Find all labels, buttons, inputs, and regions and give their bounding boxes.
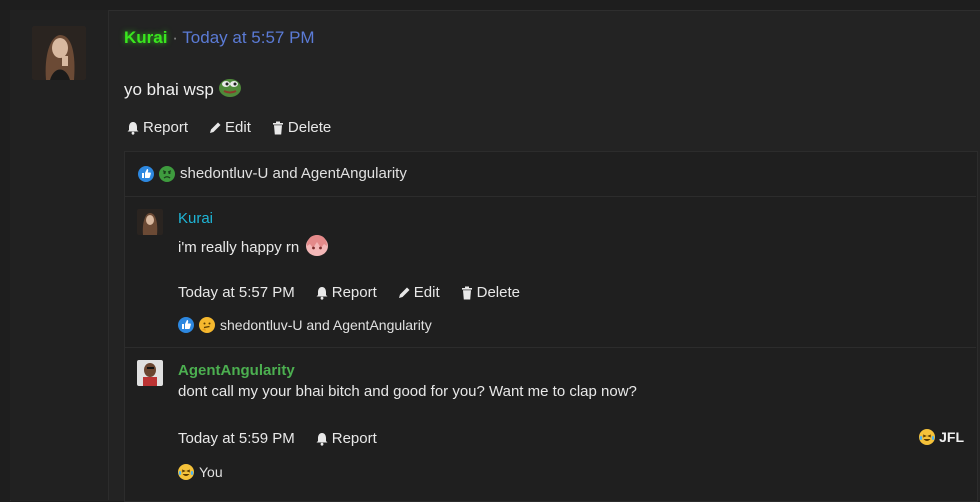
report-label: Report xyxy=(331,430,377,447)
reply-actions: Today at 5:57 PM Report Edit Delete xyxy=(178,284,520,301)
edit-button[interactable]: Edit xyxy=(397,284,440,301)
report-button[interactable]: Report xyxy=(126,119,188,136)
author-name[interactable]: Kurai xyxy=(124,28,167,47)
message-sidebar xyxy=(10,10,109,500)
delete-label: Delete xyxy=(476,284,520,301)
message-header: Kurai · Today at 5:57 PM xyxy=(124,28,315,48)
reply-author-name[interactable]: Kurai xyxy=(178,210,213,227)
reply-message: i'm really happy rn xyxy=(178,234,330,260)
reaction-tag-label: JFL xyxy=(939,429,964,445)
edit-label: Edit xyxy=(413,284,440,301)
reply-avatar[interactable] xyxy=(137,360,163,386)
bell-icon xyxy=(316,286,328,300)
reply-timestamp[interactable]: Today at 5:57 PM xyxy=(178,284,295,301)
message-timestamp[interactable]: Today at 5:57 PM xyxy=(182,28,314,47)
like-icon xyxy=(178,317,194,333)
pencil-icon xyxy=(210,122,221,133)
delete-label: Delete xyxy=(287,119,332,136)
like-icon xyxy=(138,165,154,182)
laughing-crying-icon xyxy=(919,429,936,445)
author-avatar[interactable] xyxy=(32,26,86,80)
reactions-text: shedontluv-U and AgentAngularity xyxy=(220,317,432,333)
bell-icon xyxy=(316,432,328,446)
angry-icon xyxy=(159,165,175,182)
pencil-icon xyxy=(398,287,410,298)
message-text: yo bhai wsp xyxy=(124,79,214,99)
reply-text: i'm really happy rn xyxy=(178,238,300,256)
reply-actions: Today at 5:59 PM Report xyxy=(178,430,377,447)
report-label: Report xyxy=(143,119,189,136)
reply-text: dont call my your bhai bitch and good fo… xyxy=(178,383,637,400)
anime-girl-emoji xyxy=(304,234,330,260)
reply-reactions-summary[interactable]: You xyxy=(178,464,223,480)
header-separator: · xyxy=(172,28,178,47)
message-body: yo bhai wsp xyxy=(124,76,242,103)
laughing-crying-icon xyxy=(178,464,194,480)
reactions-text: You xyxy=(199,464,223,480)
reply-author-name[interactable]: AgentAngularity xyxy=(178,362,295,379)
report-button[interactable]: Report xyxy=(315,284,377,301)
reaction-tag[interactable]: JFL xyxy=(919,429,964,445)
reply-timestamp[interactable]: Today at 5:59 PM xyxy=(178,430,295,447)
edit-label: Edit xyxy=(225,119,251,136)
thinking-icon xyxy=(199,317,215,333)
bell-icon xyxy=(127,121,139,135)
report-label: Report xyxy=(331,284,377,301)
pepe-frog-emoji xyxy=(218,76,242,103)
reactions-summary[interactable]: shedontluv-U and AgentAngularity xyxy=(138,165,407,182)
report-button[interactable]: Report xyxy=(315,430,377,447)
reply-divider xyxy=(124,196,976,197)
delete-button[interactable]: Delete xyxy=(460,284,520,301)
reply-message: dont call my your bhai bitch and good fo… xyxy=(178,383,637,400)
reactions-text: shedontluv-U and AgentAngularity xyxy=(180,165,407,182)
delete-button[interactable]: Delete xyxy=(271,119,331,136)
trash-icon xyxy=(461,286,472,299)
edit-button[interactable]: Edit xyxy=(208,119,251,136)
trash-icon xyxy=(272,121,283,134)
reply-reactions-summary[interactable]: shedontluv-U and AgentAngularity xyxy=(178,317,432,333)
reply-divider xyxy=(124,347,976,348)
reply-avatar[interactable] xyxy=(137,209,163,235)
message-actions: Report Edit Delete xyxy=(126,119,331,136)
